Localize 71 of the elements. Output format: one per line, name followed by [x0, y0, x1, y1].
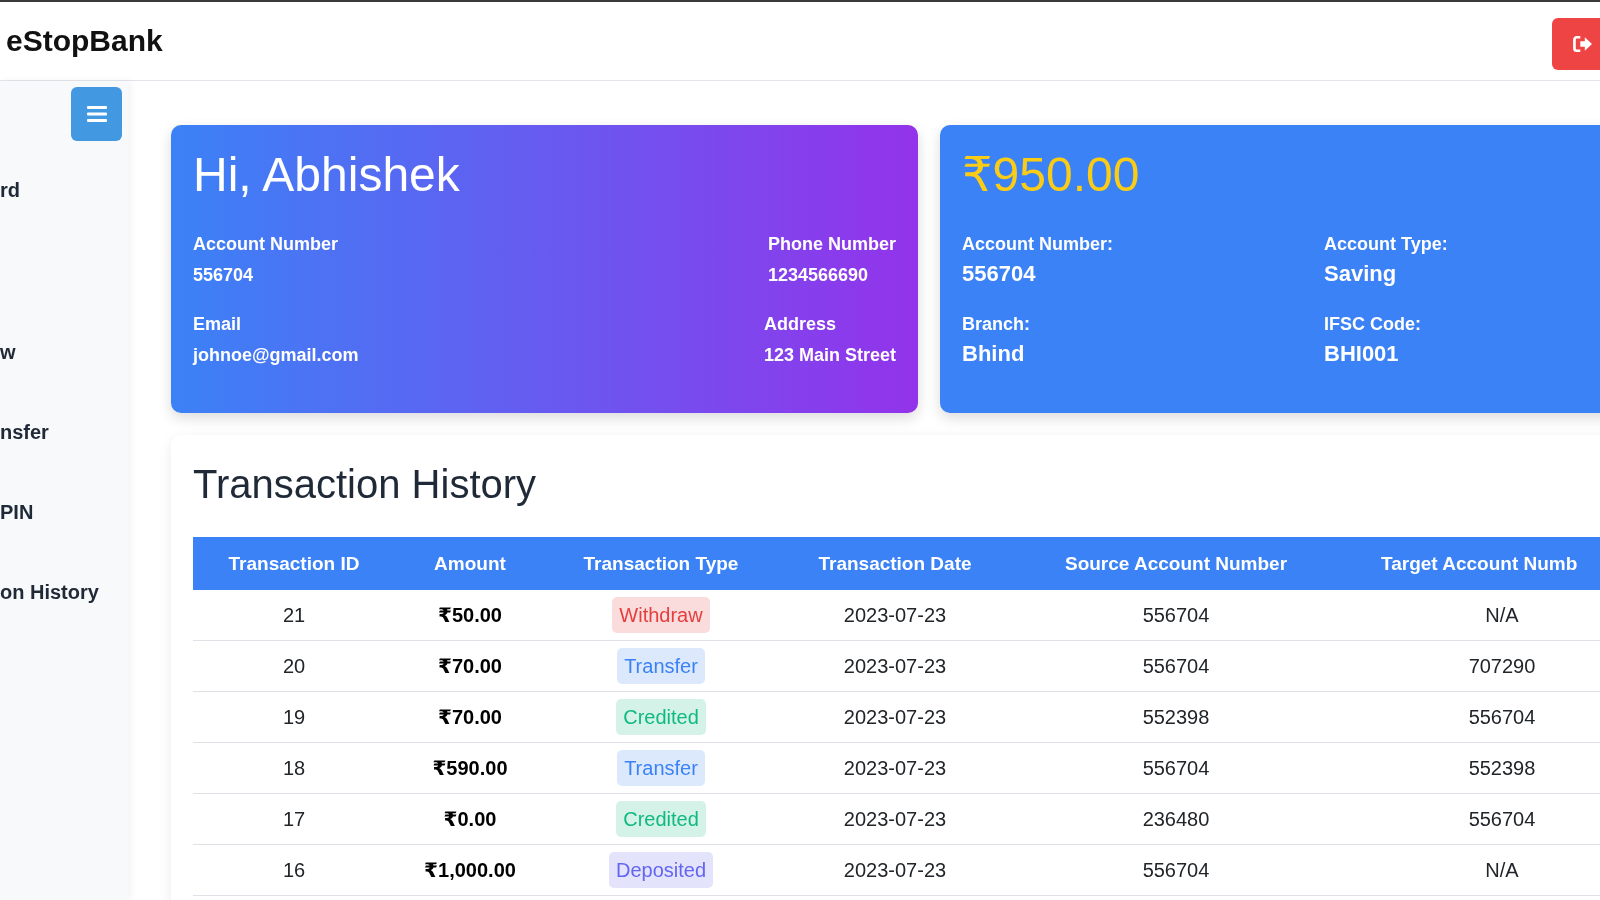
table-cell: 556704: [1339, 793, 1600, 845]
table-cell: ₹70.00: [395, 640, 545, 692]
logout-button[interactable]: [1552, 18, 1600, 70]
menu-button[interactable]: [71, 87, 122, 141]
column-header: Source Account Number: [1013, 537, 1339, 590]
column-header: Transaction ID: [193, 537, 395, 590]
table-cell: 556704: [1013, 742, 1339, 794]
field-label: IFSC Code:: [1324, 313, 1421, 336]
sidebar-item[interactable]: nsfer: [0, 420, 49, 444]
type-badge: Credited: [616, 801, 706, 837]
column-header: Transaction Date: [777, 537, 1013, 590]
table-cell: 17: [193, 793, 395, 845]
field-value: 556704: [193, 264, 254, 287]
sidebar-item[interactable]: on History: [0, 580, 99, 604]
field-label: Address: [763, 313, 836, 336]
sidebar-item[interactable]: rd: [0, 178, 20, 202]
column-header: Transaction Type: [545, 537, 777, 590]
field-label: Account Number:: [962, 233, 1113, 256]
column-header: Target Account Numb: [1339, 537, 1600, 590]
type-badge: Transfer: [617, 648, 705, 684]
table-cell: 236480: [1013, 793, 1339, 845]
brand-title: eStopBank: [6, 24, 163, 58]
table-cell: 556704: [1013, 640, 1339, 692]
balance-amount: ₹950.00: [962, 147, 1140, 203]
table-cell: 2023-07-23: [777, 742, 1013, 794]
table-cell: N/A: [1339, 590, 1600, 641]
field-label: Email: [193, 313, 242, 336]
table-cell: 556704: [1339, 691, 1600, 743]
sidebar-item[interactable]: w: [0, 340, 16, 364]
type-badge: Credited: [616, 699, 706, 735]
table-cell: 16: [193, 844, 395, 896]
table-cell: 19: [193, 691, 395, 743]
field-value: 123 Main Street: [763, 344, 896, 367]
table-cell: ₹50.00: [395, 590, 545, 641]
table-cell: ₹1,000.00: [395, 844, 545, 896]
table-cell: 2023-07-23: [777, 844, 1013, 896]
menu-icon: [86, 106, 107, 122]
greeting-title: Hi, Abhishek: [193, 147, 460, 203]
table-cell: 556704: [1013, 590, 1339, 641]
table-cell: 20: [193, 640, 395, 692]
field-value: BHI001: [1324, 341, 1399, 367]
column-header: Amount: [395, 537, 545, 590]
field-value: 556704: [962, 261, 1036, 287]
field-label: Phone Number: [768, 233, 896, 256]
table-cell: N/A: [1339, 844, 1600, 896]
table-cell: 2023-07-23: [777, 640, 1013, 692]
table-cell: 2023-07-23: [777, 691, 1013, 743]
table-cell: 21: [193, 590, 395, 641]
table-cell: 556704: [1013, 844, 1339, 896]
logout-icon: [1572, 35, 1594, 53]
type-badge: Withdraw: [612, 597, 710, 633]
table-cell: 2023-07-23: [777, 590, 1013, 641]
table-cell: 707290: [1339, 640, 1600, 692]
table-cell: ₹70.00: [395, 691, 545, 743]
table-cell: 2023-07-23: [777, 793, 1013, 845]
table-cell: ₹590.00: [395, 742, 545, 794]
sidebar-item[interactable]: PIN: [0, 500, 34, 524]
type-badge: Deposited: [608, 852, 714, 888]
section-title: Transaction History: [193, 461, 537, 508]
table-cell: 552398: [1013, 691, 1339, 743]
field-value: johnoe@gmail.com: [193, 344, 359, 367]
field-value: Saving: [1324, 261, 1397, 287]
table-cell: ₹0.00: [395, 793, 545, 845]
field-label: Account Type:: [1324, 233, 1448, 256]
field-value: Bhind: [962, 341, 1025, 367]
field-value: 1234566690: [768, 264, 869, 287]
table-cell: 552398: [1339, 742, 1600, 794]
table-cell: 18: [193, 742, 395, 794]
field-label: Account Number: [193, 233, 338, 256]
type-badge: Transfer: [617, 750, 705, 786]
field-label: Branch:: [962, 313, 1030, 336]
